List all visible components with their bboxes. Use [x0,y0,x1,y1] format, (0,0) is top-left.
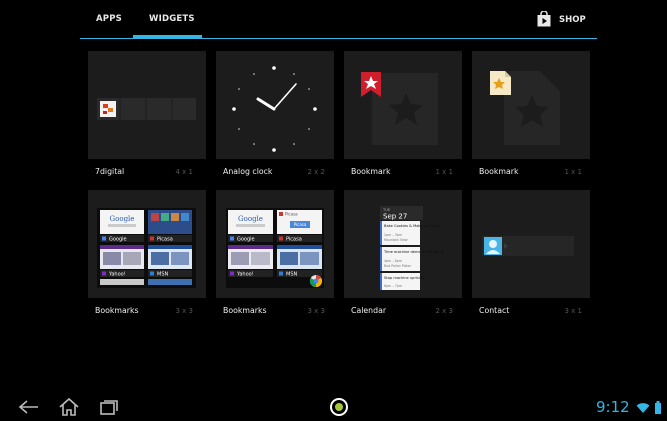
bookmark-thumb-label: Picasa [157,237,173,243]
widget-preview-contact[interactable] [472,190,590,298]
calendar-event-time: 4pm – 6pm [384,259,402,263]
widget-preview-calendar[interactable]: TUE Sep 27 Bake Cookies & Make Ice Cream… [344,190,462,298]
calendar-event-place: Mountain View [384,238,408,242]
widget-label: Bookmarks [223,306,267,315]
calendar-preview: TUE Sep 27 Bake Cookies & Make Ice Cream… [380,206,445,290]
bookmark-thumb-title: Google [238,215,263,223]
bookmark-thumb-button: Picasa [294,222,307,227]
tab-bar: APPS WIDGETS SHOP [0,0,667,42]
calendar-event-title: Bake Cookies & Make Ice Cream [384,224,442,228]
all-apps-icon[interactable] [329,397,349,417]
bookmark-thumb-label: MSN [286,272,297,278]
calendar-event-place: Bud Pollan Pollan [384,264,411,268]
widget-label: 7digital [95,167,125,176]
calendar-event-title: Time machine demo for Bergenly [383,250,445,254]
calendar-date: Sep 27 [383,213,407,221]
widget-size: 2 x 2 [307,168,326,176]
widget-label: Analog clock [223,167,273,176]
widget-size: 1 x 1 [564,168,583,176]
status-clock: 9:12 [596,398,630,416]
bookmarks-grid-preview: Google Picasa Picasa Google Picasa Yahoo… [226,208,324,288]
widget-label: Contact [479,306,510,315]
battery-icon [655,401,661,414]
widget-size: 3 x 1 [564,307,583,315]
widget-size: 1 x 1 [435,168,454,176]
bookmark-thumb-label: Picasa [286,237,302,243]
widget-label: Bookmark [351,167,391,176]
tab-widgets[interactable]: WIDGETS [149,14,195,24]
calendar-event-time: 2pm – 3pm [384,233,402,237]
contact-icon [482,236,574,256]
tab-apps[interactable]: APPS [96,14,122,24]
shopping-bag-icon [537,11,551,27]
calendar-event-time: 6pm – 7pm [384,284,402,288]
widget-label: Bookmarks [95,306,139,315]
shop-label: SHOP [559,15,586,25]
bookmark-thumb-title: Picasa [285,212,298,217]
widget-size: 4 x 1 [175,168,194,176]
wifi-icon [636,403,650,413]
calendar-event-title: Stop machine uprising [384,276,424,280]
widget-preview-7digital[interactable] [88,51,206,159]
widget-size: 3 x 3 [175,307,194,315]
bookmark-thumb-label: MSN [157,272,168,278]
recent-apps-icon[interactable] [98,399,120,415]
back-arrow-icon[interactable] [18,399,40,415]
home-icon[interactable] [58,397,80,417]
widget-preview-bookmarks[interactable]: Google Picasa Picasa Google Picasa Yahoo… [216,190,334,298]
widget-label: Bookmark [479,167,519,176]
bookmarks-grid-preview: Google Google Picasa Yahoo! MSN [97,208,196,288]
7digital-preview [97,98,196,120]
tab-divider [80,38,597,39]
widget-preview-bookmark[interactable] [472,51,590,159]
analog-clock-icon [232,66,317,152]
widget-size: 3 x 3 [307,307,326,315]
bookmark-icon [361,72,438,145]
bookmark-thumb-title: Google [110,215,135,223]
calendar-day: TUE [382,208,391,212]
widget-size: 2 x 3 [435,307,454,315]
widget-preview-analog-clock[interactable] [216,51,334,159]
bookmark-thumb-label: Yahoo! [236,272,254,278]
bookmark-thumb-label: Google [237,237,255,243]
widget-preview-bookmark[interactable] [344,51,462,159]
widget-preview-bookmarks[interactable]: Google Google Picasa Yahoo! MSN [88,190,206,298]
bookmark-icon [490,71,560,145]
widget-label: Calendar [351,306,387,315]
bookmark-thumb-label: Yahoo! [108,272,126,278]
bookmark-thumb-label: Google [109,237,127,243]
